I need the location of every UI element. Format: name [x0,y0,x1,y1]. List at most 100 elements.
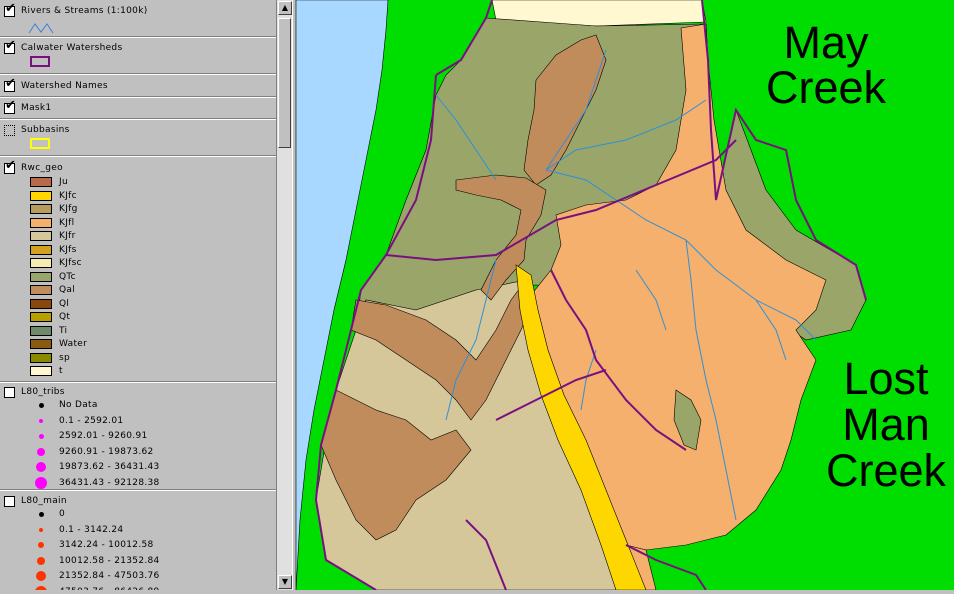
legend-label: KJfc [59,190,77,201]
point-symbol-icon [39,527,43,532]
layer-rwc-geo[interactable]: ✔ Rwc_geo [4,158,63,175]
layer-checkbox[interactable] [4,124,15,136]
layer-subbasins[interactable]: Subbasins [4,123,70,137]
legend-item: sp [30,352,70,364]
layer-name: L80_main [21,496,67,506]
layer-name: Rwc_geo [21,163,63,173]
legend-swatch [30,258,52,268]
legend-dot-wrap [30,402,52,408]
legend-label: 36431.43 - 92128.38 [59,477,160,488]
layer-name: Rivers & Streams (1:100k) [21,6,148,16]
checkmark-icon: ✔ [5,37,16,53]
legend-item: t [30,365,63,377]
map-view[interactable]: May Creek Lost Man Creek [295,0,954,591]
legend-label: No Data [59,400,98,410]
layer-checkbox[interactable]: ✔ [4,38,16,54]
legend-swatch [30,352,52,363]
legend-label: KJfr [59,231,76,241]
legend-dot-wrap [30,571,52,581]
layer-checkbox[interactable]: ✔ [4,1,16,17]
layer-name: Subbasins [21,125,70,135]
legend-swatch [30,285,52,295]
label-may-creek: Creek [766,62,887,113]
legend-item: Ql [30,298,69,310]
legend-label: 21352.84 - 47503.76 [59,571,160,581]
legend-label: 0.1 - 3142.24 [59,524,124,535]
legend-item: 0 [30,508,65,520]
checkmark-icon: ✔ [5,0,16,16]
layer-rivers-streams[interactable]: ✔ Rivers & Streams (1:100k) [4,1,148,18]
separator [0,381,276,383]
legend-dot-wrap [30,585,52,590]
legend-item: KJfl [30,217,74,229]
label-lost-creek: Creek [826,445,947,496]
table-of-contents: ✔ Rivers & Streams (1:100k) ✔ Calwater W… [0,0,276,590]
legend-item: KJfg [30,203,78,215]
toc-scrollbar[interactable]: ▲ ▼ [276,0,293,590]
legend-label: KJfl [59,217,75,228]
point-symbol-icon [37,556,45,565]
legend-label: 0.1 - 2592.01 [59,415,124,426]
point-symbol-icon [38,542,44,548]
label-lost: Lost [843,353,929,404]
legend-dot-wrap [30,556,52,565]
legend-label: QTc [59,271,76,282]
legend-dot-wrap [30,433,52,439]
legend-item: 21352.84 - 47503.76 [30,570,160,582]
separator [0,155,276,157]
legend-swatch [30,217,52,228]
legend-label: 19873.62 - 36431.43 [59,462,160,472]
layer-mask1[interactable]: ✔ Mask1 [4,98,51,115]
point-symbol-icon [38,511,44,517]
layer-checkbox[interactable] [4,386,15,398]
legend-item: KJfc [30,190,77,202]
legend-label: sp [59,352,71,363]
legend-dot-wrap [30,462,52,472]
legend-label: 2592.01 - 9260.91 [59,431,148,441]
separator [0,118,276,120]
legend-item: Ju [30,176,68,188]
checkmark-icon: ✔ [5,97,16,113]
layer-checkbox[interactable]: ✔ [4,98,16,114]
legend-label: Qt [59,312,71,322]
layer-name: L80_tribs [21,387,65,397]
separator [0,36,276,38]
legend-dot-wrap [30,511,52,517]
scroll-up-arrow-icon[interactable]: ▲ [278,1,292,15]
legend-item: 0.1 - 3142.24 [30,524,123,536]
legend-item: 2592.01 - 9260.91 [30,430,148,442]
scroll-thumb[interactable] [278,18,291,148]
layer-checkbox[interactable]: ✔ [4,76,16,92]
legend-swatch [30,271,52,282]
legend-swatch [30,231,52,241]
layer-l80-main[interactable]: L80_main [4,494,67,508]
scroll-down-arrow-icon[interactable]: ▼ [278,575,292,589]
legend-item: Qt [30,311,70,323]
label-may: May [783,17,869,68]
legend-swatch [30,190,52,201]
legend-item: Ti [30,325,67,337]
point-symbol-icon [35,585,47,590]
watershed-polygon-symbol [30,56,50,67]
layer-checkbox[interactable]: ✔ [4,158,16,174]
legend-item: 36431.43 - 92128.38 [30,476,160,489]
layer-l80-tribs[interactable]: L80_tribs [4,385,65,399]
legend-item: 10012.58 - 21352.84 [30,555,160,567]
legend-item: No Data [30,399,98,411]
layer-watershed-names[interactable]: ✔ Watershed Names [4,76,108,93]
separator [0,489,276,491]
checkmark-icon: ✔ [5,157,16,173]
checkmark-icon: ✔ [5,75,16,91]
legend-item: QTc [30,271,76,283]
layer-calwater-watersheds[interactable]: ✔ Calwater Watersheds [4,38,122,55]
legend-swatch [30,244,52,255]
legend-label: Qal [59,285,75,295]
legend-label: Ql [59,298,70,309]
legend-label: 3142.24 - 10012.58 [59,540,154,550]
legend-dot-wrap [30,542,52,548]
separator [0,73,276,75]
legend-dot-wrap [30,476,52,489]
point-symbol-icon [39,418,43,423]
legend-label: KJfs [59,244,77,255]
layer-checkbox[interactable] [4,495,15,507]
